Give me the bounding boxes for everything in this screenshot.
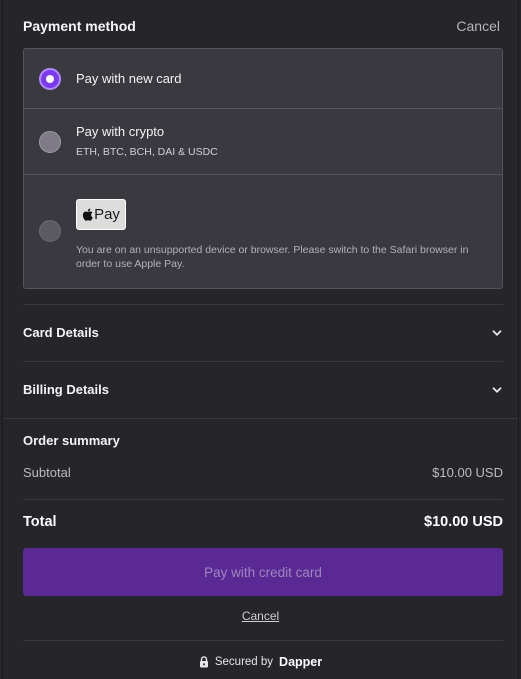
- total-value: $10.00 USD: [424, 514, 503, 530]
- total-row: Total $10.00 USD: [23, 514, 503, 530]
- billing-details-section[interactable]: Billing Details: [23, 361, 503, 417]
- footer-divider: [23, 640, 503, 641]
- radio-apple-pay: [39, 220, 61, 242]
- card-details-section[interactable]: Card Details: [23, 304, 503, 360]
- payment-option-apple-pay: Pay You are on an unsupported device or …: [24, 175, 502, 288]
- payment-method-list: Pay with new card Pay with crypto ETH, B…: [23, 48, 503, 289]
- chevron-down-icon: [492, 329, 502, 336]
- payment-option-label: Pay with crypto: [76, 124, 165, 139]
- secured-by-text: Secured by: [214, 656, 274, 668]
- subtotal-value: $10.00 USD: [432, 465, 503, 480]
- pay-with-credit-card-button[interactable]: Pay with credit card: [23, 548, 503, 596]
- checkout-panel: Payment method Cancel Pay with new card …: [2, 0, 519, 679]
- payment-method-title: Payment method: [23, 18, 136, 34]
- cancel-link-bottom: Cancel: [3, 609, 518, 623]
- chevron-down-icon: [492, 386, 502, 393]
- payment-method-header: Payment method Cancel: [23, 14, 500, 38]
- radio-new-card[interactable]: [39, 68, 61, 90]
- secured-by-footer: Secured by Dapper: [3, 655, 518, 669]
- payment-option-crypto[interactable]: Pay with crypto ETH, BTC, BCH, DAI & USD…: [24, 109, 502, 175]
- cancel-link[interactable]: Cancel: [242, 609, 279, 623]
- payment-option-new-card[interactable]: Pay with new card: [24, 49, 502, 109]
- apple-pay-unsupported-note: You are on an unsupported device or brow…: [76, 244, 469, 270]
- dapper-brand: Dapper: [279, 655, 323, 669]
- apple-logo-icon: [82, 208, 93, 221]
- crypto-currencies-text: ETH, BTC, BCH, DAI & USDC: [76, 146, 218, 158]
- lock-icon: [199, 656, 208, 668]
- apple-pay-label: Pay: [94, 206, 120, 223]
- radio-crypto[interactable]: [39, 131, 61, 153]
- billing-details-title: Billing Details: [23, 382, 109, 397]
- subtotal-row: Subtotal $10.00 USD: [23, 465, 503, 480]
- summary-divider: [3, 418, 518, 419]
- order-summary-title: Order summary: [23, 433, 120, 448]
- total-label: Total: [23, 514, 57, 530]
- payment-option-label: Pay with new card: [76, 71, 182, 86]
- total-divider: [23, 499, 503, 500]
- subtotal-label: Subtotal: [23, 465, 71, 480]
- cancel-link-top[interactable]: Cancel: [456, 18, 500, 34]
- apple-pay-button[interactable]: Pay: [76, 199, 126, 230]
- card-details-title: Card Details: [23, 325, 99, 340]
